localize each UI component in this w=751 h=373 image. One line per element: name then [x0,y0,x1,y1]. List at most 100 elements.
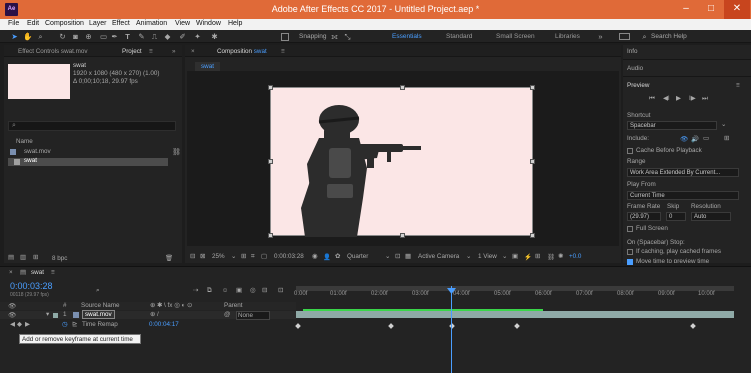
resolution-value[interactable]: Quarter [347,253,368,260]
layer-name[interactable]: swat.mov [82,310,115,319]
composition-canvas[interactable] [268,85,535,238]
graph-editor-toggle-icon[interactable]: ⊡ [278,287,283,294]
timeline-icon[interactable]: ⊞ [535,253,540,260]
current-time-indicator[interactable] [451,286,452,373]
source-name-header[interactable]: Source Name [81,302,120,309]
chevron-down-icon[interactable]: ⌄ [502,253,507,260]
play-icon[interactable]: ▶ [676,95,681,102]
snap-option-icon[interactable]: ⟗ [330,32,339,41]
menu-help[interactable]: Help [228,20,242,27]
search-help-input[interactable]: Search Help [651,33,687,40]
selection-tool-icon[interactable]: ➤ [10,32,19,41]
visibility-icon[interactable]: 👁 [8,311,16,319]
transform-handle[interactable] [268,233,273,238]
include-overlays-icon[interactable]: ▭ [703,135,709,142]
next-frame-icon[interactable]: I▶ [689,95,696,102]
stopwatch-icon[interactable]: ◷ [62,321,68,328]
shortcut-select[interactable]: Spacebar [627,121,717,130]
workspace-libraries[interactable]: Libraries [555,33,580,40]
puppet-tool-icon[interactable]: ✦ [193,32,202,41]
transform-handle[interactable] [268,85,273,90]
add-keyframe-icon[interactable]: ◆ [17,321,22,328]
list-item[interactable]: swat.mov [24,148,51,155]
tab-composition[interactable]: Composition swat [217,48,267,55]
maximize-button[interactable]: □ [698,0,724,19]
parent-header[interactable]: Parent [224,302,243,309]
camera-tool-icon[interactable]: ◙ [71,32,80,41]
next-keyframe-icon[interactable]: ▶ [25,321,30,328]
tab-project[interactable]: Project [122,48,142,55]
resolution-select[interactable]: Auto [691,212,731,221]
column-name-header[interactable]: Name [16,138,33,145]
pen-tool-icon[interactable]: ✒ [110,32,119,41]
chevron-down-icon[interactable]: ⌄ [385,253,390,260]
current-time[interactable]: 0:00:03:28 [10,281,53,291]
safe-zones-icon[interactable]: ⊞ [241,253,246,260]
layer-duration-bar[interactable] [296,311,734,318]
last-frame-icon[interactable]: ⏭ [702,95,708,103]
panel-menu-icon[interactable]: ≡ [736,82,740,89]
clone-stamp-tool-icon[interactable]: ⎍ [150,32,159,41]
frame-blending-icon[interactable]: ▣ [236,287,242,294]
transform-handle[interactable] [530,159,535,164]
include-layer-controls-icon[interactable]: ⊞ [724,135,729,142]
trash-icon[interactable]: 🗑 [165,254,173,262]
tab-effect-controls[interactable]: Effect Controls swat.mov [18,48,88,55]
chevron-down-icon[interactable]: ▾ [46,311,49,318]
keyframe[interactable] [295,323,301,329]
reset-exposure-icon[interactable]: ✺ [558,253,563,260]
menu-edit[interactable]: Edit [27,20,39,27]
workspace-menu-icon[interactable]: » [596,32,605,41]
expand-panel-icon[interactable]: » [172,48,176,55]
parent-select[interactable]: None [236,311,271,320]
layer-switches-icon[interactable]: ⊕ / [150,311,159,318]
new-folder-icon[interactable]: ▥ [20,254,26,261]
view-layout-value[interactable]: 1 View [478,253,497,260]
include-audio-icon[interactable]: 🔊 [691,135,699,143]
mask-visibility-icon[interactable]: ⊠ [200,253,205,260]
transform-handle[interactable] [268,159,273,164]
panel-menu-icon[interactable]: ≡ [149,48,153,55]
keyframe[interactable] [514,323,520,329]
full-screen-checkbox[interactable] [627,226,633,232]
timeline-tab[interactable]: swat [31,269,44,276]
comp-subtab[interactable]: swat [195,62,220,71]
move-time-checkbox[interactable] [627,259,633,265]
workspace-small-screen[interactable]: Small Screen [496,33,535,40]
close-button[interactable]: ✕ [724,0,750,19]
previous-keyframe-icon[interactable]: ◀ [10,321,15,328]
menu-file[interactable]: File [8,20,19,27]
graph-icon[interactable]: ⊵ [72,321,77,328]
menu-layer[interactable]: Layer [89,20,107,27]
workspace-standard[interactable]: Standard [446,33,472,40]
pixel-aspect-icon[interactable]: ▣ [512,253,518,260]
snapping-checkbox[interactable] [281,33,289,41]
mask-path-icon[interactable]: ▢ [261,253,267,260]
sync-settings-icon[interactable] [619,33,630,40]
chevron-down-icon[interactable]: ⌄ [721,121,726,128]
minimize-button[interactable]: – [673,0,699,19]
rotate-tool-icon[interactable]: ↻ [58,32,67,41]
transparency-grid-icon[interactable]: ▦ [405,253,411,260]
range-select[interactable]: Work Area Extended By Current... [627,168,739,177]
snap-grid-icon[interactable]: ⤡ [343,32,352,41]
tab-close-icon[interactable]: × [191,48,195,55]
menu-effect[interactable]: Effect [112,20,130,27]
exposure-value[interactable]: +0.0 [569,253,581,260]
play-from-select[interactable]: Current Time [627,191,739,200]
grid-icon[interactable]: ⌗ [251,253,255,261]
transform-handle[interactable] [400,233,405,238]
keyframe[interactable] [388,323,394,329]
draft-3d-icon[interactable]: ⧉ [207,287,212,295]
eraser-tool-icon[interactable]: ◆ [163,32,172,41]
bit-depth-label[interactable]: 8 bpc [52,255,67,262]
shy-layers-icon[interactable]: ☺ [222,287,228,294]
camera-view-value[interactable]: Active Camera [418,253,459,260]
menu-composition[interactable]: Composition [45,20,84,27]
region-of-interest-icon[interactable]: ⊡ [395,253,400,260]
graph-editor-icon[interactable]: ⊟ [262,287,267,294]
interpret-footage-icon[interactable]: ▤ [8,254,14,261]
menu-animation[interactable]: Animation [136,20,167,27]
always-preview-icon[interactable]: ⊟ [190,253,195,260]
workspace-essentials[interactable]: Essentials [392,33,422,40]
